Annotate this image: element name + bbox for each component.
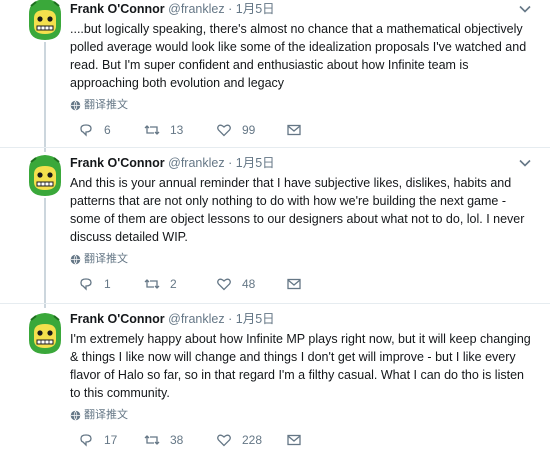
- reply-icon: [80, 124, 92, 137]
- direct-message-button[interactable]: [286, 120, 302, 140]
- user-handle[interactable]: @franklez: [168, 156, 224, 170]
- envelope-icon: [287, 434, 301, 446]
- tweet-actions: 6 13 99: [70, 120, 532, 140]
- direct-message-button[interactable]: [286, 274, 302, 294]
- avatar[interactable]: [22, 0, 68, 42]
- heart-icon: [217, 434, 231, 447]
- tweet-text: And this is your annual reminder that I …: [70, 176, 525, 244]
- chevron-down-icon[interactable]: [518, 156, 532, 170]
- tweet[interactable]: Frank O'Connor @franklez · 1月5日 I'm extr…: [0, 308, 550, 460]
- retweet-button[interactable]: 2: [144, 274, 177, 294]
- like-count: 228: [242, 433, 263, 447]
- reply-icon: [80, 434, 92, 447]
- halo-helmet-avatar-image: [22, 310, 68, 356]
- like-count: 99: [242, 123, 256, 137]
- heart-icon: [217, 124, 231, 137]
- tweet-thread: Frank O'Connor @franklez · 1月5日 ....but …: [0, 0, 550, 460]
- user-handle[interactable]: @franklez: [168, 312, 224, 326]
- tweet-date[interactable]: 1月5日: [236, 2, 275, 16]
- avatar[interactable]: [22, 310, 68, 356]
- tweet[interactable]: Frank O'Connor @franklez · 1月5日 ....but …: [0, 0, 550, 150]
- retweet-icon: [144, 279, 160, 289]
- globe-icon: [70, 100, 81, 110]
- translate-tweet-link[interactable]: 翻译推文: [70, 407, 532, 423]
- translate-label[interactable]: 翻译推文: [84, 407, 128, 423]
- retweet-button[interactable]: 38: [144, 430, 183, 450]
- globe-icon: [70, 254, 81, 264]
- reply-count: 6: [104, 123, 111, 137]
- direct-message-button[interactable]: [286, 430, 302, 450]
- retweet-count: 38: [170, 433, 184, 447]
- tweet-header: Frank O'Connor @franklez · 1月5日: [70, 0, 532, 18]
- tweet-text: I'm extremely happy about how Infinite M…: [70, 332, 531, 400]
- header-separator: ·: [228, 156, 233, 170]
- envelope-icon: [287, 278, 301, 290]
- halo-helmet-avatar-image: [22, 152, 68, 198]
- like-count: 48: [242, 277, 256, 291]
- tweet-header: Frank O'Connor @franklez · 1月5日: [70, 310, 532, 328]
- reply-button[interactable]: 17: [78, 430, 117, 450]
- display-name[interactable]: Frank O'Connor: [70, 2, 165, 16]
- translate-tweet-link[interactable]: 翻译推文: [70, 97, 532, 113]
- retweet-button[interactable]: 13: [144, 120, 183, 140]
- envelope-icon: [287, 124, 301, 136]
- halo-helmet-avatar-image: [22, 0, 68, 42]
- reply-count: 1: [104, 277, 111, 291]
- tweet-date[interactable]: 1月5日: [236, 312, 275, 326]
- heart-icon: [217, 278, 231, 291]
- avatar[interactable]: [22, 152, 68, 198]
- tweet-header: Frank O'Connor @franklez · 1月5日: [70, 154, 532, 172]
- reply-count: 17: [104, 433, 118, 447]
- translate-label[interactable]: 翻译推文: [84, 251, 128, 267]
- header-separator: ·: [228, 2, 233, 16]
- tweet-divider: [0, 147, 550, 148]
- tweet-text: ....but logically speaking, there's almo…: [70, 22, 527, 90]
- retweet-count: 2: [170, 277, 177, 291]
- chevron-down-icon[interactable]: [518, 2, 532, 16]
- header-separator: ·: [228, 312, 233, 326]
- display-name[interactable]: Frank O'Connor: [70, 312, 165, 326]
- tweet[interactable]: Frank O'Connor @franklez · 1月5日 And this…: [0, 152, 550, 302]
- user-handle[interactable]: @franklez: [168, 2, 224, 16]
- display-name[interactable]: Frank O'Connor: [70, 156, 165, 170]
- retweet-icon: [144, 435, 160, 445]
- tweet-actions: 1 2 48: [70, 274, 532, 294]
- retweet-count: 13: [170, 123, 184, 137]
- tweet-divider: [0, 303, 550, 304]
- like-button[interactable]: 99: [216, 120, 255, 140]
- reply-button[interactable]: 1: [78, 274, 111, 294]
- reply-icon: [80, 278, 92, 291]
- reply-button[interactable]: 6: [78, 120, 111, 140]
- like-button[interactable]: 228: [216, 430, 262, 450]
- translate-tweet-link[interactable]: 翻译推文: [70, 251, 532, 267]
- translate-label[interactable]: 翻译推文: [84, 97, 128, 113]
- retweet-icon: [144, 125, 160, 135]
- tweet-actions: 17 38 228: [70, 430, 532, 450]
- like-button[interactable]: 48: [216, 274, 255, 294]
- globe-icon: [70, 410, 81, 420]
- tweet-date[interactable]: 1月5日: [236, 156, 275, 170]
